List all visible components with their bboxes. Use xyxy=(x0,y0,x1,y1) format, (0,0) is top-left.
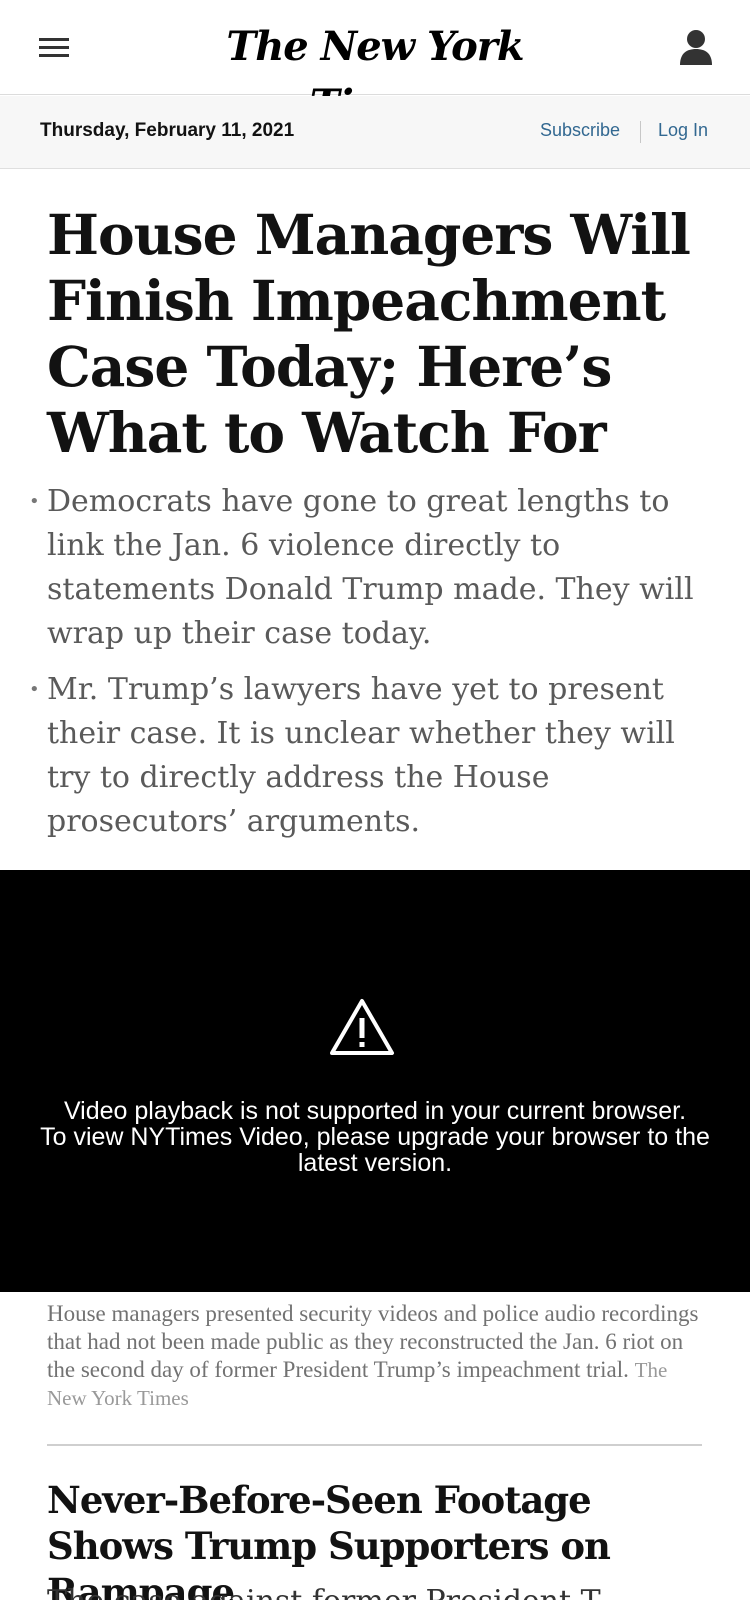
video-message-line2: To view NYTimes Video, please upgrade yo… xyxy=(40,1123,710,1177)
video-message-line1: Video playback is not supported in your … xyxy=(63,1097,687,1125)
current-date: Thursday, February 11, 2021 xyxy=(40,120,295,141)
summary-item: • Mr. Trump’s lawyers have yet to presen… xyxy=(29,668,717,844)
summary-text: Mr. Trump’s lawyers have yet to present … xyxy=(47,672,675,839)
video-caption: House managers presented security videos… xyxy=(47,1300,707,1412)
hamburger-menu-icon[interactable] xyxy=(39,36,69,60)
link-divider xyxy=(640,121,641,143)
warning-triangle-icon xyxy=(329,998,395,1056)
section-divider xyxy=(47,1444,702,1446)
date-bar: Thursday, February 11, 2021 Subscribe Lo… xyxy=(0,96,750,169)
video-player[interactable]: Video playback is not supported in your … xyxy=(0,870,750,1292)
next-story-teaser: The case against former President T xyxy=(47,1580,727,1600)
summary-item: • Democrats have gone to great lengths t… xyxy=(29,480,717,656)
caption-text: House managers presented security videos… xyxy=(47,1301,699,1382)
video-unsupported-message: Video playback is not supported in your … xyxy=(20,1098,730,1176)
user-account-icon[interactable] xyxy=(679,29,713,65)
top-navigation-bar: The New York Times xyxy=(0,0,750,128)
subscribe-link[interactable]: Subscribe xyxy=(540,120,620,141)
article-headline: House Managers Will Finish Impeachment C… xyxy=(47,202,691,465)
login-link[interactable]: Log In xyxy=(658,120,708,141)
bullet-icon: • xyxy=(29,491,40,512)
summary-text: Democrats have gone to great lengths to … xyxy=(47,484,694,651)
bullet-icon: • xyxy=(29,679,40,700)
nyt-logo[interactable]: The New York Times xyxy=(180,18,570,128)
